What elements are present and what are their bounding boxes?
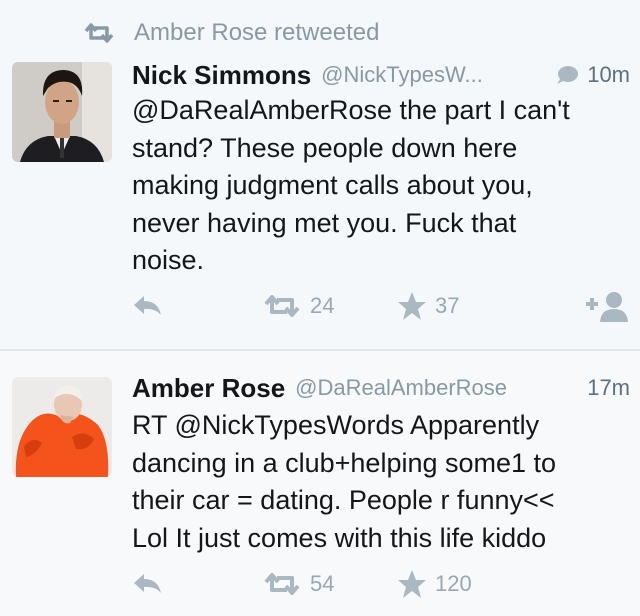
avatar-image <box>12 62 112 162</box>
tweet-text: RT @NickTypesWords Apparently dancing in… <box>132 410 557 553</box>
retweet-button[interactable]: 54 <box>262 566 334 602</box>
retweet-icon <box>84 23 114 43</box>
retweet-count: 24 <box>310 293 335 318</box>
favorite-button[interactable]: 120 <box>397 566 472 602</box>
retweet-icon <box>264 573 300 595</box>
avatar-image <box>12 377 112 477</box>
tweet-nick-simmons[interactable]: Amber Rose retweeted Nick Simmons @NickT… <box>0 0 640 349</box>
follow-button[interactable] <box>584 288 632 324</box>
user-name[interactable]: Nick Simmons <box>132 60 311 91</box>
star-icon <box>398 570 426 598</box>
user-name[interactable]: Amber Rose <box>132 373 285 404</box>
retweet-count: 54 <box>310 571 335 596</box>
avatar[interactable] <box>12 62 112 162</box>
user-handle[interactable]: @DaRealAmberRose <box>295 375 507 401</box>
tweet-meta: 17m <box>587 375 630 401</box>
favorite-count: 120 <box>435 571 472 596</box>
tweet-actions: 24 37 <box>0 288 640 324</box>
retweet-context: Amber Rose retweeted <box>82 18 379 48</box>
reply-icon <box>134 574 161 593</box>
tweet-amber-rose[interactable]: Amber Rose @DaRealAmberRose 17m RT @Nick… <box>0 351 640 616</box>
add-user-icon <box>586 292 628 322</box>
tweet-text: @DaRealAmberRose the part I can't stand?… <box>132 95 570 275</box>
tweet-actions: 54 120 <box>0 566 640 602</box>
timestamp[interactable]: 17m <box>587 375 630 401</box>
reply-button[interactable] <box>132 566 164 602</box>
conversation-icon <box>557 66 579 84</box>
tweet-meta: 10m <box>555 62 630 88</box>
retweet-button[interactable]: 24 <box>262 288 334 324</box>
user-handle[interactable]: @NickTypesW... <box>321 62 483 88</box>
retweet-context-text: Amber Rose retweeted <box>134 19 380 46</box>
reply-button[interactable] <box>132 288 164 324</box>
tweet-header: Nick Simmons @NickTypesW... 10m <box>132 58 630 92</box>
reply-icon <box>134 296 161 315</box>
avatar[interactable] <box>12 377 112 477</box>
favorite-count: 37 <box>435 293 460 318</box>
tweet-header: Amber Rose @DaRealAmberRose 17m <box>132 371 630 405</box>
retweet-icon <box>264 295 300 317</box>
timestamp[interactable]: 10m <box>587 62 630 88</box>
star-icon <box>398 292 426 320</box>
favorite-button[interactable]: 37 <box>397 288 459 324</box>
